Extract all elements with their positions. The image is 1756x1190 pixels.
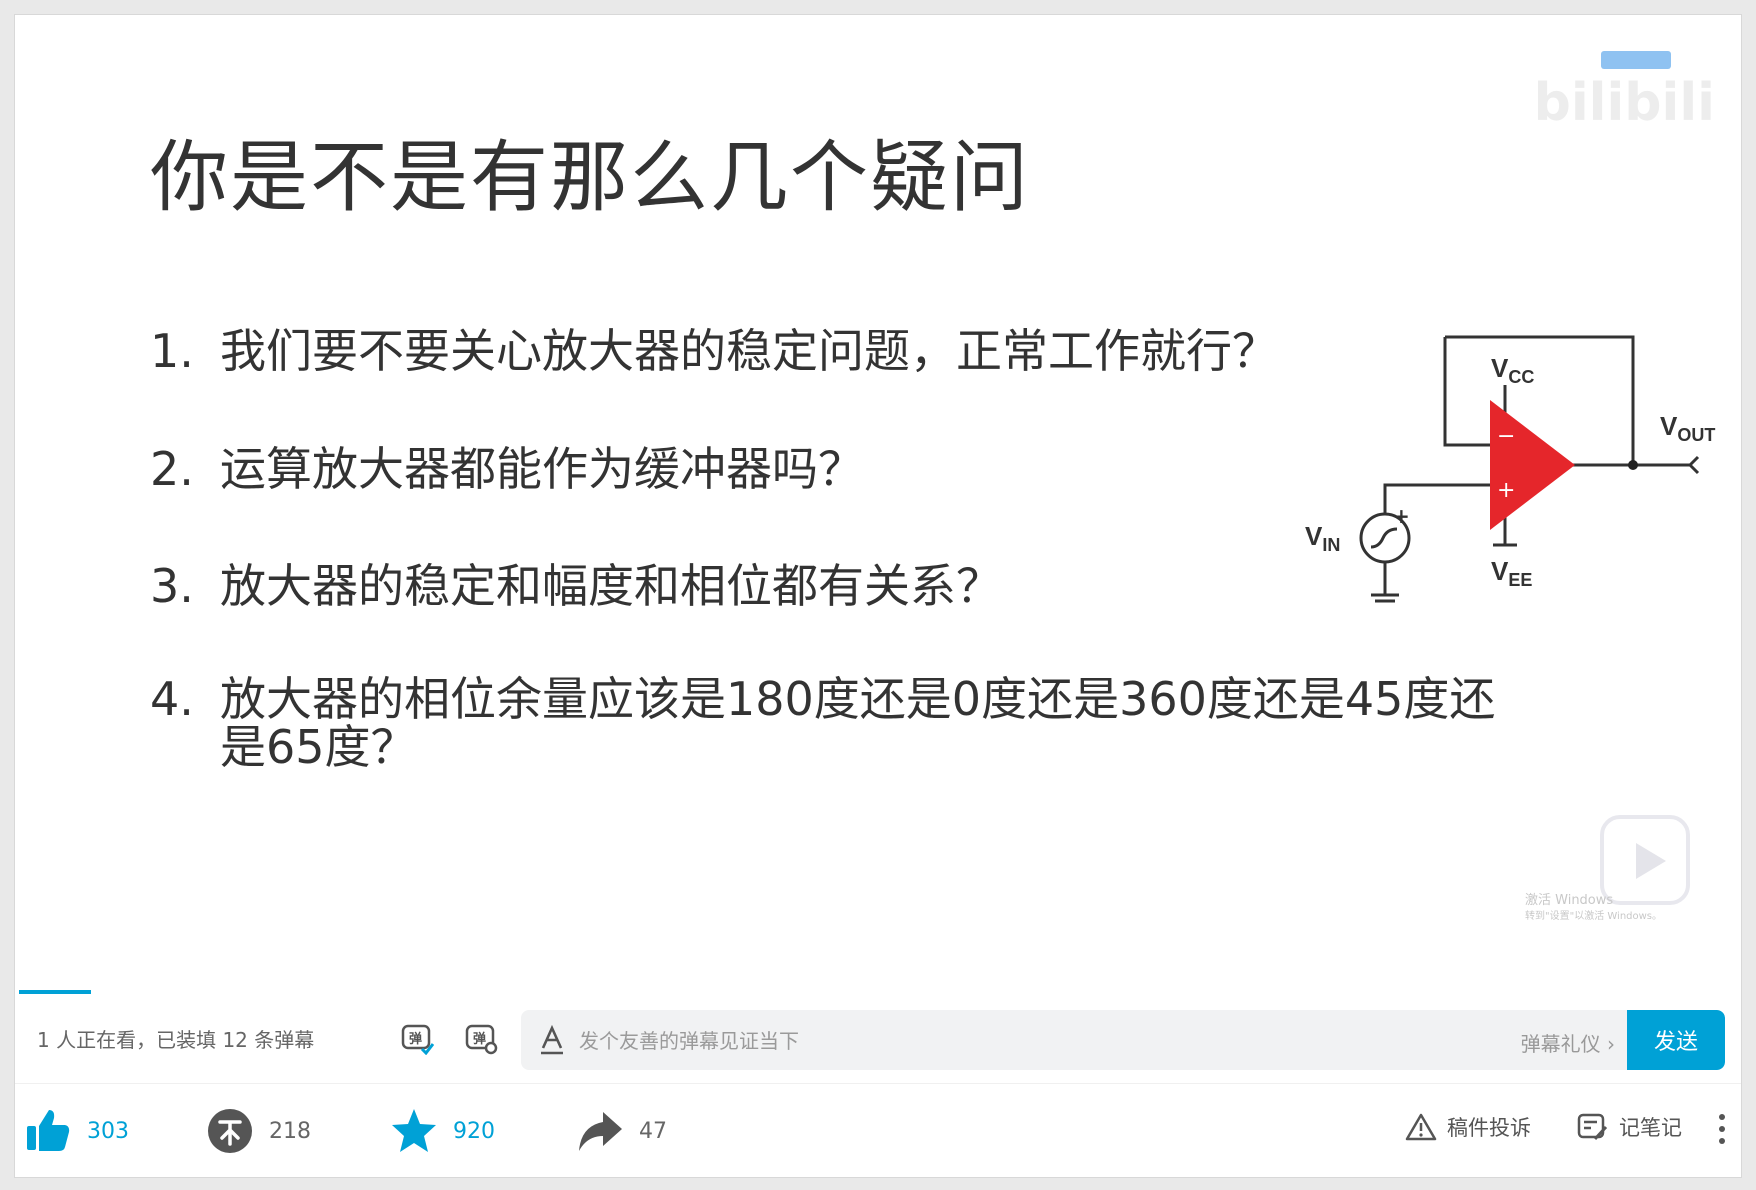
vin-label: VIN	[1305, 521, 1340, 555]
question-item: 4. 放大器的相位余量应该是180度还是0度还是360度还是45度还 是65度？	[150, 675, 1495, 771]
note-button[interactable]: 记笔记	[1577, 1112, 1682, 1142]
report-label: 稿件投诉	[1447, 1116, 1531, 1140]
note-icon	[1577, 1113, 1608, 1141]
question-number: 2.	[150, 442, 194, 496]
note-label: 记笔记	[1619, 1116, 1682, 1140]
coin-count: 218	[269, 1118, 311, 1144]
opamp-buffer-diagram: − + + VCC VEE VOUT VIN	[1305, 335, 1715, 603]
share-count: 47	[639, 1118, 667, 1144]
viewer-count-text: 1 人正在看，已装填 12 条弹幕	[37, 1028, 315, 1052]
question-text: 放大器的相位余量应该是180度还是0度还是360度还是45度还	[220, 672, 1496, 726]
svg-text:弹: 弹	[409, 1031, 422, 1047]
video-player[interactable]: 你是不是有那么几个疑问 1. 我们要不要关心放大器的稳定问题，正常工作就行？ 2.…	[15, 15, 1741, 995]
report-button[interactable]: 稿件投诉	[1405, 1112, 1531, 1142]
activate-line2: 转到"设置"以激活 Windows。	[1525, 911, 1663, 922]
question-item: 1. 我们要不要关心放大器的稳定问题，正常工作就行？	[150, 315, 1278, 381]
favorite-button[interactable]: 920	[389, 1106, 495, 1156]
question-number: 4.	[150, 672, 194, 726]
activate-windows-notice: 激活 Windows 转到"设置"以激活 Windows。	[1525, 893, 1662, 925]
vout-label: VOUT	[1660, 411, 1715, 445]
question-text-line2: 是65度？	[220, 720, 417, 774]
danmaku-etiquette-link[interactable]: 弹幕礼仪 ›	[1521, 1028, 1615, 1057]
player-frame: 你是不是有那么几个疑问 1. 我们要不要关心放大器的稳定问题，正常工作就行？ 2.…	[14, 14, 1742, 1178]
question-number: 3.	[150, 559, 194, 613]
danmaku-settings-button[interactable]: 弹	[461, 1018, 501, 1058]
thumbs-up-icon	[27, 1110, 70, 1151]
question-text: 放大器的稳定和幅度和相位都有关系？	[220, 559, 1002, 613]
danmaku-toggle-icon: 弹	[401, 1024, 434, 1055]
play-icon[interactable]	[1600, 815, 1690, 905]
svg-text:弹: 弹	[473, 1031, 486, 1047]
like-count: 303	[87, 1118, 129, 1144]
vee-label: VEE	[1491, 556, 1532, 590]
noninverting-sign: +	[1497, 478, 1515, 503]
more-options-icon[interactable]	[1717, 1112, 1727, 1146]
warning-icon	[1405, 1113, 1437, 1141]
text-style-icon[interactable]	[537, 1024, 567, 1056]
slide-title: 你是不是有那么几个疑问	[150, 133, 1031, 223]
coin-button[interactable]: 218	[205, 1106, 311, 1156]
vcc-label: VCC	[1491, 353, 1534, 387]
watermark-badge	[1601, 51, 1671, 69]
source-wave	[1370, 527, 1398, 549]
question-item: 3. 放大器的稳定和幅度和相位都有关系？	[150, 550, 1002, 616]
action-bar: 303 218 920 47 稿件投诉 记笔记	[15, 1083, 1741, 1177]
question-number: 1.	[150, 324, 194, 378]
feedback-wire-left	[1443, 337, 1490, 447]
like-button[interactable]: 303	[23, 1106, 129, 1156]
watermark-text: bilibili	[1533, 73, 1715, 133]
output-terminal	[1688, 455, 1700, 475]
share-arrow-icon	[579, 1112, 622, 1151]
danmaku-settings-icon: 弹	[465, 1024, 498, 1055]
danmaku-input[interactable]	[577, 1010, 1441, 1070]
danmaku-toggle-button[interactable]: 弹	[397, 1018, 437, 1058]
source-plus: +	[1393, 504, 1410, 528]
junction-dot	[1628, 460, 1638, 470]
inverting-sign: −	[1497, 424, 1515, 449]
question-text: 运算放大器都能作为缓冲器吗？	[220, 442, 864, 496]
progress-bar[interactable]	[19, 990, 91, 994]
danmaku-bar: 1 人正在看，已装填 12 条弹幕 弹 弹 弹幕礼仪 › 发送	[15, 1000, 1741, 1080]
activate-line1: 激活 Windows	[1525, 893, 1614, 908]
bilibili-watermark: bilibili	[1425, 37, 1715, 137]
favorite-count: 920	[453, 1118, 495, 1144]
share-button[interactable]: 47	[575, 1106, 667, 1156]
star-icon	[392, 1109, 436, 1152]
question-item: 2. 运算放大器都能作为缓冲器吗？	[150, 433, 864, 499]
coin-icon	[208, 1109, 252, 1153]
send-danmaku-button[interactable]: 发送	[1627, 1010, 1725, 1070]
danmaku-input-box: 弹幕礼仪 › 发送	[521, 1010, 1725, 1070]
opamp-triangle	[1490, 400, 1575, 530]
question-text: 我们要不要关心放大器的稳定问题，正常工作就行？	[220, 324, 1278, 378]
